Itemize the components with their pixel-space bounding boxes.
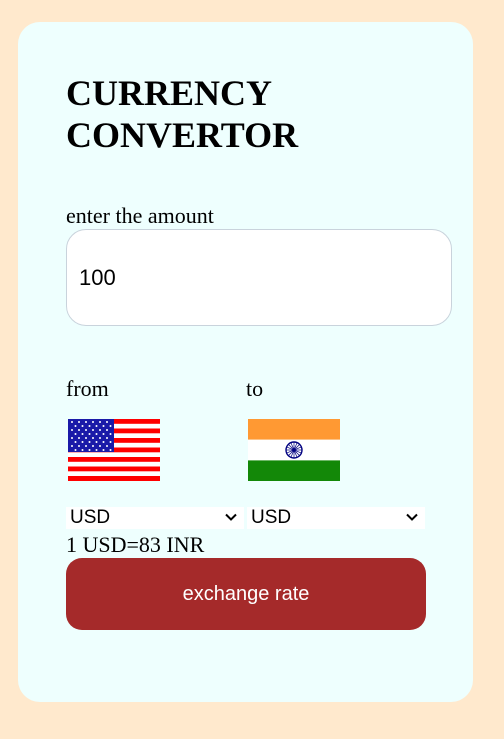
from-label: from (66, 376, 109, 401)
to-currency-select[interactable]: USD (247, 507, 425, 529)
india-flag-icon (248, 419, 340, 481)
exchange-rate-text: 1 USD=83 INR (66, 532, 205, 557)
converter-card: CURRENCY CONVERTOR enter the amount from… (18, 22, 473, 702)
page-title: CURRENCY CONVERTOR (66, 73, 299, 155)
to-currency-value: USD (251, 507, 292, 528)
from-currency-value: USD (70, 507, 111, 528)
exchange-rate-button[interactable]: exchange rate (66, 558, 426, 630)
from-currency-select[interactable]: USD (66, 507, 244, 529)
to-label: to (246, 376, 264, 401)
chevron-down-icon (225, 513, 237, 521)
us-flag-icon (68, 419, 160, 481)
chevron-down-icon (406, 513, 418, 521)
amount-input[interactable] (66, 229, 452, 326)
amount-label: enter the amount (66, 203, 214, 228)
